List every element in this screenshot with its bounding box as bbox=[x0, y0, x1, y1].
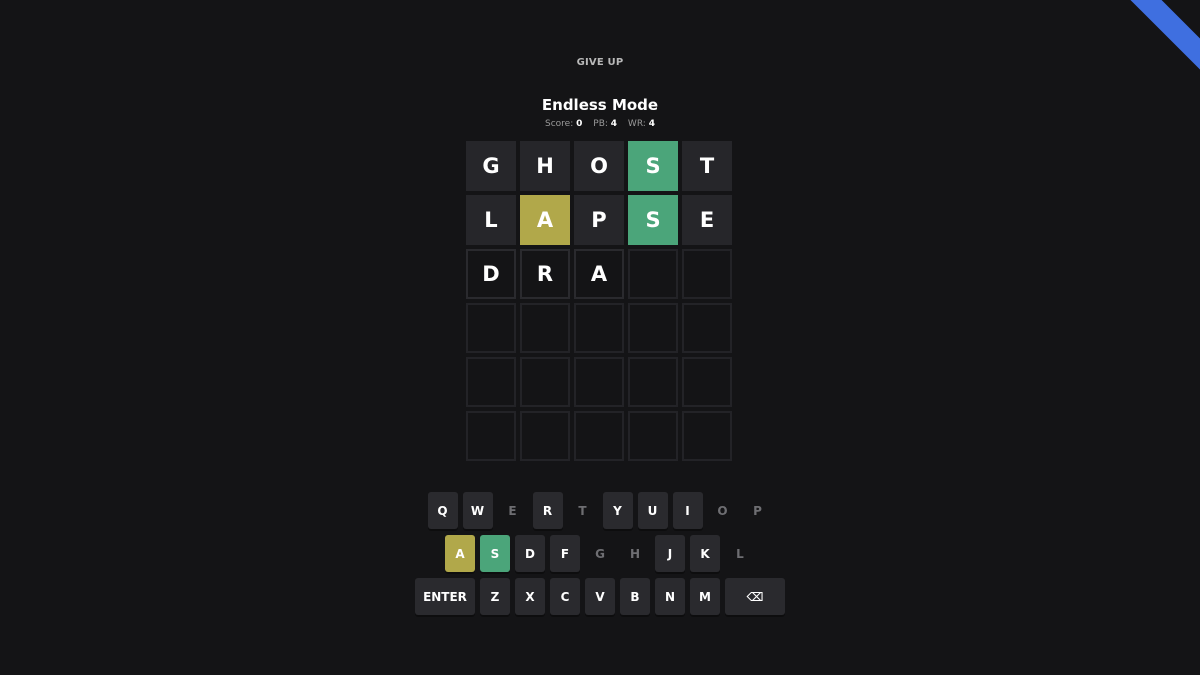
board-tile: S bbox=[628, 141, 678, 191]
key-q[interactable]: Q bbox=[427, 492, 458, 529]
key-x[interactable]: X bbox=[515, 578, 545, 615]
board-tile: A bbox=[574, 249, 624, 299]
enter-key[interactable]: ENTER bbox=[415, 578, 475, 615]
board-tile: R bbox=[520, 249, 570, 299]
board-tile: S bbox=[628, 195, 678, 245]
backspace-icon[interactable]: ⌫ bbox=[725, 578, 785, 615]
page-title: Endless Mode bbox=[541, 96, 659, 114]
pb-value: 4 bbox=[610, 119, 618, 129]
stats-bar: Score: 0 PB: 4 WR: 4 bbox=[0, 119, 1200, 129]
board-tile: E bbox=[682, 195, 732, 245]
key-h[interactable]: H bbox=[620, 535, 650, 572]
board-tile bbox=[628, 303, 678, 353]
board-tile bbox=[628, 411, 678, 461]
key-s[interactable]: S bbox=[480, 535, 510, 572]
key-b[interactable]: B bbox=[620, 578, 650, 615]
on-screen-keyboard: Q W E R T Y U I O P A S D F G H J K L ENTER Z X C V B N M ⌫ bbox=[0, 492, 1200, 621]
board-tile bbox=[682, 357, 732, 407]
key-m[interactable]: M bbox=[690, 578, 720, 615]
board-tile: L bbox=[466, 195, 516, 245]
board-tile bbox=[466, 303, 516, 353]
board-tile: D bbox=[466, 249, 516, 299]
board-tile: T bbox=[682, 141, 732, 191]
wr-stat: WR: 4 bbox=[628, 119, 655, 129]
board-tile bbox=[466, 411, 516, 461]
key-k[interactable]: K bbox=[690, 535, 720, 572]
pb-stat: PB: 4 bbox=[593, 119, 620, 129]
key-r[interactable]: R bbox=[532, 492, 563, 529]
ribbon-band bbox=[1113, 0, 1200, 75]
board-tile bbox=[520, 357, 570, 407]
corner-ribbon bbox=[1110, 0, 1200, 90]
board-tile bbox=[574, 303, 624, 353]
guess-board: GHOSTLAPSEDRA bbox=[466, 141, 732, 461]
board-tile: H bbox=[520, 141, 570, 191]
key-d[interactable]: D bbox=[515, 535, 545, 572]
key-a[interactable]: A bbox=[445, 535, 475, 572]
key-p[interactable]: P bbox=[743, 492, 773, 529]
game-page: GIVE UP Endless Mode Score: 0 PB: 4 WR: … bbox=[0, 0, 1200, 675]
board-tile bbox=[628, 249, 678, 299]
board-tile bbox=[520, 303, 570, 353]
board-tile bbox=[682, 249, 732, 299]
board-tile bbox=[520, 411, 570, 461]
key-o[interactable]: O bbox=[708, 492, 738, 529]
wr-value: 4 bbox=[648, 119, 655, 129]
score-stat: Score: 0 bbox=[545, 119, 585, 129]
key-g[interactable]: G bbox=[585, 535, 615, 572]
key-w[interactable]: W bbox=[462, 492, 493, 529]
board-tile: G bbox=[466, 141, 516, 191]
key-n[interactable]: N bbox=[655, 578, 685, 615]
key-j[interactable]: J bbox=[655, 535, 685, 572]
board-tile bbox=[628, 357, 678, 407]
key-y[interactable]: Y bbox=[602, 492, 633, 529]
score-label: Score: bbox=[545, 119, 574, 129]
key-u[interactable]: U bbox=[637, 492, 668, 529]
key-t[interactable]: T bbox=[568, 492, 598, 529]
key-i[interactable]: I bbox=[672, 492, 703, 529]
board-tile bbox=[682, 411, 732, 461]
key-c[interactable]: C bbox=[550, 578, 580, 615]
keyboard-row: ENTER Z X C V B N M ⌫ bbox=[0, 578, 1200, 615]
score-value: 0 bbox=[576, 119, 583, 129]
board-tile bbox=[574, 357, 624, 407]
keyboard-row: QWERTYUIOP bbox=[0, 492, 1200, 529]
board-tile: A bbox=[520, 195, 570, 245]
give-up-button[interactable]: GIVE UP bbox=[0, 57, 1200, 68]
key-e[interactable]: E bbox=[498, 492, 528, 529]
board-tile bbox=[466, 357, 516, 407]
key-l[interactable]: L bbox=[725, 535, 755, 572]
key-f[interactable]: F bbox=[550, 535, 580, 572]
key-v[interactable]: V bbox=[585, 578, 615, 615]
pb-label: PB: bbox=[593, 119, 608, 129]
board-tile: P bbox=[574, 195, 624, 245]
board-tile: O bbox=[574, 141, 624, 191]
key-z[interactable]: Z bbox=[480, 578, 510, 615]
board-tile bbox=[574, 411, 624, 461]
wr-label: WR: bbox=[627, 119, 646, 129]
keyboard-row: ASDFGHJKL bbox=[0, 535, 1200, 572]
board-tile bbox=[682, 303, 732, 353]
